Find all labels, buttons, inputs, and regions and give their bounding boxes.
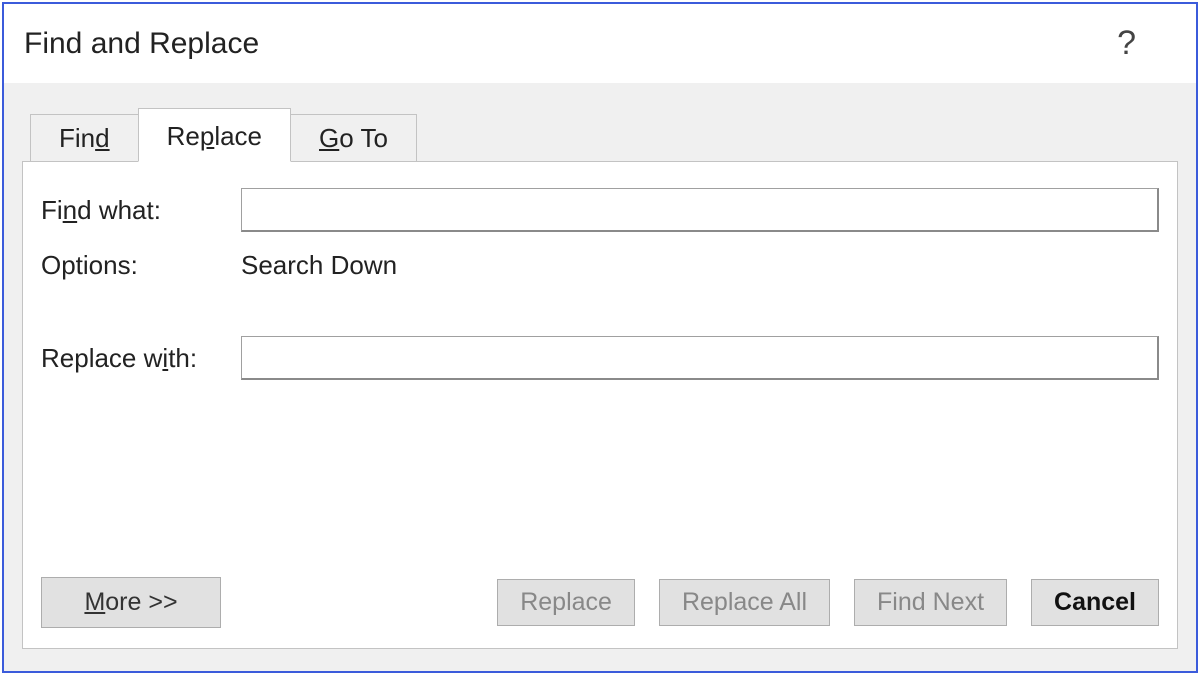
find-next-button[interactable]: Find Next bbox=[854, 579, 1007, 626]
replace-with-label: Replace with: bbox=[41, 343, 241, 374]
dialog-body: Find Replace Go To Find what: Options: S… bbox=[4, 83, 1196, 671]
more-button[interactable]: More >> bbox=[41, 577, 221, 628]
tab-row: Find Replace Go To bbox=[30, 108, 1178, 162]
title-bar: Find and Replace ? bbox=[4, 4, 1196, 83]
tab-pane: Find what: Options: Search Down Replace … bbox=[22, 161, 1178, 649]
find-replace-dialog: Find and Replace ? Find Replace Go To Fi… bbox=[2, 2, 1198, 673]
replace-with-input[interactable] bbox=[241, 336, 1159, 380]
dialog-title: Find and Replace bbox=[24, 27, 259, 61]
tab-replace[interactable]: Replace bbox=[138, 108, 291, 162]
replace-with-row: Replace with: bbox=[41, 336, 1159, 380]
options-value: Search Down bbox=[241, 250, 397, 281]
tab-find[interactable]: Find bbox=[30, 114, 139, 162]
find-what-input[interactable] bbox=[241, 188, 1159, 232]
find-what-label: Find what: bbox=[41, 195, 241, 226]
find-what-row: Find what: bbox=[41, 188, 1159, 232]
replace-all-button[interactable]: Replace All bbox=[659, 579, 830, 626]
button-row: More >> Replace Replace All Find Next Ca… bbox=[41, 577, 1159, 628]
replace-button[interactable]: Replace bbox=[497, 579, 635, 626]
help-button[interactable]: ? bbox=[1087, 24, 1166, 63]
options-label: Options: bbox=[41, 250, 241, 281]
cancel-button[interactable]: Cancel bbox=[1031, 579, 1159, 626]
options-row: Options: Search Down bbox=[41, 250, 1159, 281]
tab-goto[interactable]: Go To bbox=[290, 114, 417, 162]
